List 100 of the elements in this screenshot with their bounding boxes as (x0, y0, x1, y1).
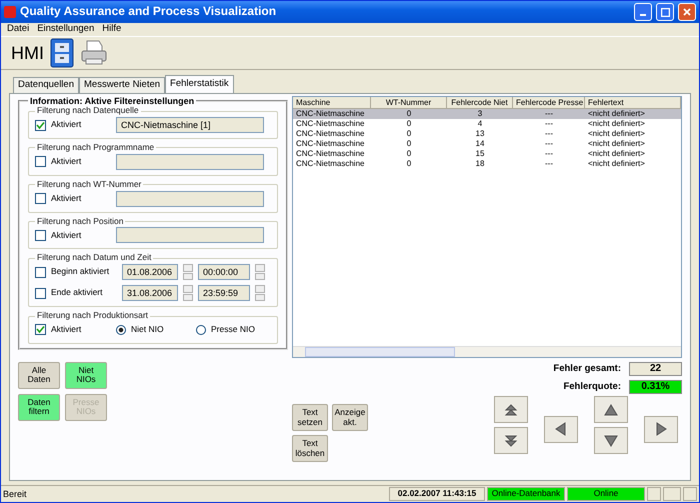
left-button[interactable] (544, 416, 578, 442)
column-header[interactable]: Fehlertext (585, 97, 681, 110)
checkbox[interactable] (35, 266, 46, 278)
menu-item[interactable]: Einstellungen (37, 24, 94, 35)
table-row[interactable]: CNC-Nietmaschine 0 3 --- <nicht definiert> (293, 109, 681, 120)
column-header[interactable]: Fehlercode Presse (513, 97, 585, 110)
time-field[interactable]: 23:59:59 (198, 285, 250, 302)
page-up-button[interactable] (494, 396, 528, 423)
checkbox[interactable] (35, 156, 46, 168)
window-title: Quality Assurance and Process Visualization (20, 5, 278, 19)
table-row[interactable]: CNC-Nietmaschine 0 4 --- <nicht definiert> (293, 119, 681, 130)
tab[interactable]: Datenquellen (13, 77, 79, 93)
maximize-icon (660, 8, 670, 16)
table-cell-text: 14 (474, 139, 486, 150)
table-row[interactable]: CNC-Nietmaschine 0 18 --- <nicht definiert> (293, 159, 681, 170)
table-cell-text: 0 (406, 129, 412, 140)
table-cell-text: --- (544, 119, 554, 130)
checkbox-label: Aktiviert (51, 194, 82, 204)
time-field[interactable]: 00:00:00 (198, 264, 250, 280)
checkbox-label: Aktiviert (51, 156, 82, 167)
table-cell-text: --- (544, 149, 554, 160)
down-arrow-icon (603, 432, 619, 448)
group-title: Filterung nach Programmname (36, 143, 156, 153)
text-button[interactable]: Text löschen (292, 435, 328, 462)
toolbar-label: HMI (11, 42, 44, 64)
checkbox-label: Beginn aktiviert (51, 267, 110, 278)
summary-label: Fehler gesamt: (553, 364, 621, 374)
table-cell-text: CNC-Nietmaschine (295, 119, 366, 130)
group-title: Filterung nach Datum und Zeit (36, 253, 152, 264)
radio-label: Niet NIO (131, 325, 165, 335)
column-header[interactable]: Maschine (293, 97, 371, 110)
text-button[interactable]: Text setzen (292, 404, 328, 431)
table-cell-text: CNC-Nietmaschine (295, 129, 366, 140)
table-row[interactable]: CNC-Nietmaschine 0 15 --- <nicht definiert> (293, 149, 681, 160)
text-button[interactable]: Anzeige akt. (332, 404, 368, 431)
minimize-button[interactable] (634, 3, 652, 21)
checkbox[interactable] (35, 230, 46, 241)
close-icon (683, 8, 691, 16)
table-row[interactable]: CNC-Nietmaschine 0 13 --- <nicht definiert> (293, 129, 681, 140)
table-cell-text: 4 (476, 119, 484, 130)
table-cell-text: <nicht definiert> (587, 109, 646, 120)
table-cell-text: <nicht definiert> (587, 149, 646, 160)
checkbox-label: Aktiviert (51, 230, 82, 240)
printer-icon[interactable] (80, 39, 108, 67)
group-title: Filterung nach Produktionsart (36, 311, 150, 321)
summary-label: Fehlerquote: (563, 382, 621, 392)
radio-button[interactable] (196, 324, 206, 335)
up-arrow-icon (603, 402, 619, 418)
summary-value: 22 (629, 362, 682, 376)
table-cell-text: 0 (406, 149, 412, 160)
tab[interactable]: Messwerte Nieten (79, 77, 166, 93)
column-header[interactable]: WT-Nummer (371, 97, 447, 110)
filter-button[interactable]: Daten filtern (18, 394, 60, 421)
table-cell-text: --- (544, 159, 554, 170)
table-cell-text: CNC-Nietmaschine (295, 109, 366, 120)
checkbox[interactable] (35, 120, 46, 131)
table-cell-text: <nicht definiert> (587, 139, 646, 150)
date-field[interactable]: 01.08.2006 (122, 264, 178, 280)
checkbox[interactable] (35, 193, 46, 204)
checkbox-label: Aktiviert (51, 325, 82, 335)
scrollbar[interactable] (293, 346, 681, 357)
close-button[interactable] (678, 3, 696, 21)
filter-button[interactable]: Niet NIOs (65, 362, 107, 389)
table-cell-text: 0 (406, 109, 412, 120)
right-button[interactable] (644, 416, 678, 442)
checkbox[interactable] (35, 324, 46, 336)
group-title: Filterung nach WT-Nummer (36, 180, 142, 190)
page-down-button[interactable] (494, 427, 528, 454)
down-button[interactable] (594, 427, 628, 454)
group-title: Filterung nach Position (36, 216, 124, 226)
date-field[interactable]: 31.08.2006 (122, 285, 178, 302)
table-cell-text: 18 (474, 159, 486, 170)
table-cell-text: CNC-Nietmaschine (295, 139, 366, 150)
checkbox-label: Aktiviert (51, 120, 82, 130)
checkbox-label: Ende aktiviert (51, 288, 104, 298)
column-header[interactable]: Fehlercode Niet (447, 97, 513, 110)
table-cell-text: --- (544, 109, 554, 120)
status-datetime: 02.02.2007 11:43:15 (389, 487, 485, 501)
menu-item[interactable]: Hilfe (102, 24, 122, 35)
radio-button[interactable] (116, 324, 126, 335)
summary-value: 0.31% (629, 380, 682, 394)
table-cell-text: 3 (476, 109, 484, 120)
menu-item[interactable]: Datei (7, 24, 30, 35)
checkbox[interactable] (35, 288, 46, 299)
table-cell-text: CNC-Nietmaschine (295, 159, 366, 170)
filing-cabinet-icon[interactable] (50, 38, 74, 68)
status-message: Bereit (3, 488, 28, 500)
tab[interactable]: Fehlerstatistik (165, 75, 234, 93)
table-cell-text: 0 (406, 159, 412, 170)
double-down-arrow-icon (503, 432, 519, 448)
up-button[interactable] (594, 396, 628, 423)
maximize-button[interactable] (656, 3, 674, 21)
table-row[interactable]: CNC-Nietmaschine 0 14 --- <nicht definiert> (293, 139, 681, 150)
group-title: Filterung nach Datenquelle (36, 106, 139, 116)
table-cell-text: 15 (474, 149, 486, 160)
table-cell-text: --- (544, 139, 554, 150)
radio-label: Presse NIO (211, 325, 256, 335)
table-cell-text: CNC-Nietmaschine (295, 149, 366, 160)
table-cell-text: <nicht definiert> (587, 119, 646, 130)
filter-button[interactable]: Alle Daten (18, 362, 60, 389)
